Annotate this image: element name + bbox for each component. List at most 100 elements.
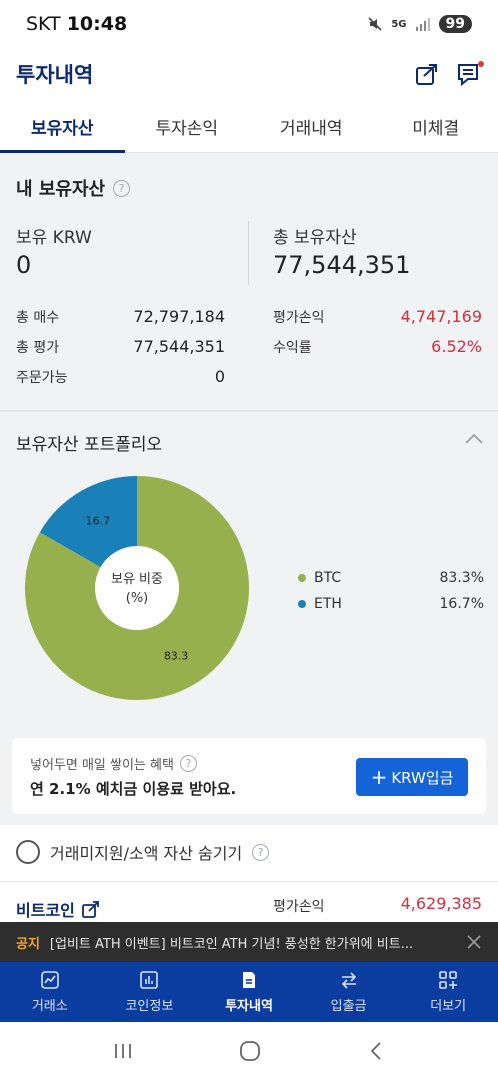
hide-help-icon[interactable]: ? [252,843,270,861]
carrier: SKT [26,13,61,35]
radio-button[interactable] [16,840,40,864]
nav-more[interactable]: 더보기 [398,962,498,1022]
krw-deposit-button[interactable]: + KRW입금 [356,758,468,796]
system-navigation [0,1022,498,1080]
header-actions [414,61,484,87]
promo-main-text: 연 2.1% 예치금 이용료 받아요. [30,780,237,798]
tab-holdings[interactable]: 보유자산 [0,100,125,153]
total-buy-value: 72,797,184 [133,307,225,326]
return-rate-value: 6.52% [431,337,482,356]
external-link-icon[interactable] [81,899,101,919]
portfolio-donut-chart: 보유 비중 (%) 83.3 16.7 [24,476,249,700]
nav-more-label: 더보기 [430,999,467,1014]
nav-coin-info-label: 코인정보 [125,999,174,1014]
legend-name-eth: ETH [314,596,342,612]
eval-pl-value: 4,747,169 [400,307,482,326]
status-right: 5G 99 [367,15,472,33]
nav-coin-info[interactable]: 코인정보 [100,962,200,1022]
total-eval-row: 총 평가 77,544,351 [16,337,225,357]
clock: 10:48 [66,13,128,35]
tab-profit-loss[interactable]: 투자손익 [125,100,250,152]
home-icon[interactable] [238,1039,262,1063]
list-divider [0,881,498,882]
chevron-up-icon[interactable] [464,432,484,446]
document-icon [242,972,255,988]
promo-help-icon[interactable]: ? [179,755,197,772]
recent-apps-icon[interactable] [112,1041,134,1061]
nav-deposit-withdraw-label: 입출금 [330,999,367,1014]
notice-button[interactable] [456,61,484,87]
total-buy-row: 총 매수 72,797,184 [16,307,225,327]
return-rate-row: 수익률 6.52% [273,337,482,357]
battery-badge: 99 [438,15,472,33]
app-header: 투자내역 [0,48,498,100]
tab-trade-history[interactable]: 거래내역 [249,100,374,152]
legend-pct-eth: 16.7% [439,596,484,612]
page-title: 투자내역 [16,63,94,87]
coin-name[interactable]: 비트코인 [16,897,101,921]
nav-exchange[interactable]: 거래소 [0,962,100,1022]
krw-label: 보유 KRW [16,228,92,248]
krw-value: 0 [16,251,32,279]
mute-icon [368,17,382,31]
return-rate-label: 수익률 [273,340,312,356]
close-icon[interactable] [466,934,482,950]
legend-name-btc: BTC [314,570,342,586]
nav-investments[interactable]: 투자내역 [199,962,299,1022]
grid-plus-icon [439,971,458,989]
summary-title-text: 내 보유자산 [16,179,106,200]
tab-unfilled[interactable]: 미체결 [374,100,498,152]
status-left: SKT 10:48 [26,13,127,35]
legend-dot-eth [298,600,306,608]
deposit-promo-card: 넣어두면 매일 쌓이는 혜택 ? 연 2.1% 예치금 이용료 받아요. + K… [12,738,486,814]
orderable-value: 0 [214,367,225,386]
nav-deposit-withdraw[interactable]: 입출금 [299,962,399,1022]
bottom-navigation: 거래소 코인정보 투자내역 입출금 더보기 [0,962,498,1022]
notice-tag: 공지 [16,936,40,952]
donut-hole [95,546,179,630]
promo-subtitle: 넣어두면 매일 쌓이는 혜택 ? [30,754,197,773]
exchange-chart-icon [40,971,59,989]
nav-exchange-label: 거래소 [31,999,68,1014]
eval-pl-label: 평가손익 [273,310,325,326]
holdings-summary: 내 보유자산 ? 보유 KRW 0 총 보유자산 77,544,351 총 매수… [0,153,498,409]
notice-banner[interactable]: 공지 [업비트 ATH 이벤트] 비트코인 ATH 기념! 풍성한 한가위에 비… [0,922,498,962]
nav-investments-label: 투자내역 [225,999,273,1014]
notice-text: [업비트 ATH 이벤트] 비트코인 ATH 기념! 풍성한 한가위에 비트..… [49,936,414,952]
legend-item-eth: ETH 16.7% [298,591,484,617]
promo-subtitle-text: 넣어두면 매일 쌓이는 혜택 [30,758,174,773]
total-assets-value: 77,544,351 [273,251,411,279]
donut-label-btc: 83.3 [164,650,189,663]
eval-pl-row: 평가손익 4,747,169 [273,307,482,327]
total-eval-label: 총 평가 [16,340,60,356]
summary-divider [248,221,249,285]
notification-dot [478,61,484,67]
donut-center-label: 보유 비중 [111,572,163,587]
portfolio-title: 보유자산 포트폴리오 [16,435,163,455]
back-icon[interactable] [366,1040,386,1062]
signal-icon [415,18,430,31]
transfer-arrows-icon [341,972,356,989]
network-label: 5G [391,18,407,30]
krw-deposit-label: KRW입금 [391,768,454,787]
plus-icon: + [370,765,388,789]
coin-name-text: 비트코인 [16,901,75,920]
total-assets-label: 총 보유자산 [273,228,357,248]
hide-small-assets-label: 거래미지원/소액 자산 숨기기 [50,844,243,863]
orderable-row: 주문가능 0 [16,367,225,387]
help-icon[interactable]: ? [113,179,131,197]
orderable-label: 주문가능 [16,370,68,386]
legend-dot-btc [298,574,306,582]
share-icon[interactable] [414,61,440,87]
total-buy-label: 총 매수 [16,310,60,326]
tab-bar: 보유자산 투자손익 거래내역 미체결 [0,100,498,153]
total-eval-value: 77,544,351 [133,337,225,356]
summary-title: 내 보유자산 ? [16,175,131,201]
donut-label-eth: 16.7 [86,514,111,527]
donut-center-unit: (%) [126,591,149,606]
coin-pl-value: 4,629,385 [400,894,482,913]
hide-small-assets-toggle[interactable]: 거래미지원/소액 자산 숨기기 ? [16,840,270,864]
status-bar: SKT 10:48 5G 99 [0,0,498,48]
portfolio-legend: BTC 83.3% ETH 16.7% [298,565,484,617]
bar-chart-icon [140,971,159,989]
